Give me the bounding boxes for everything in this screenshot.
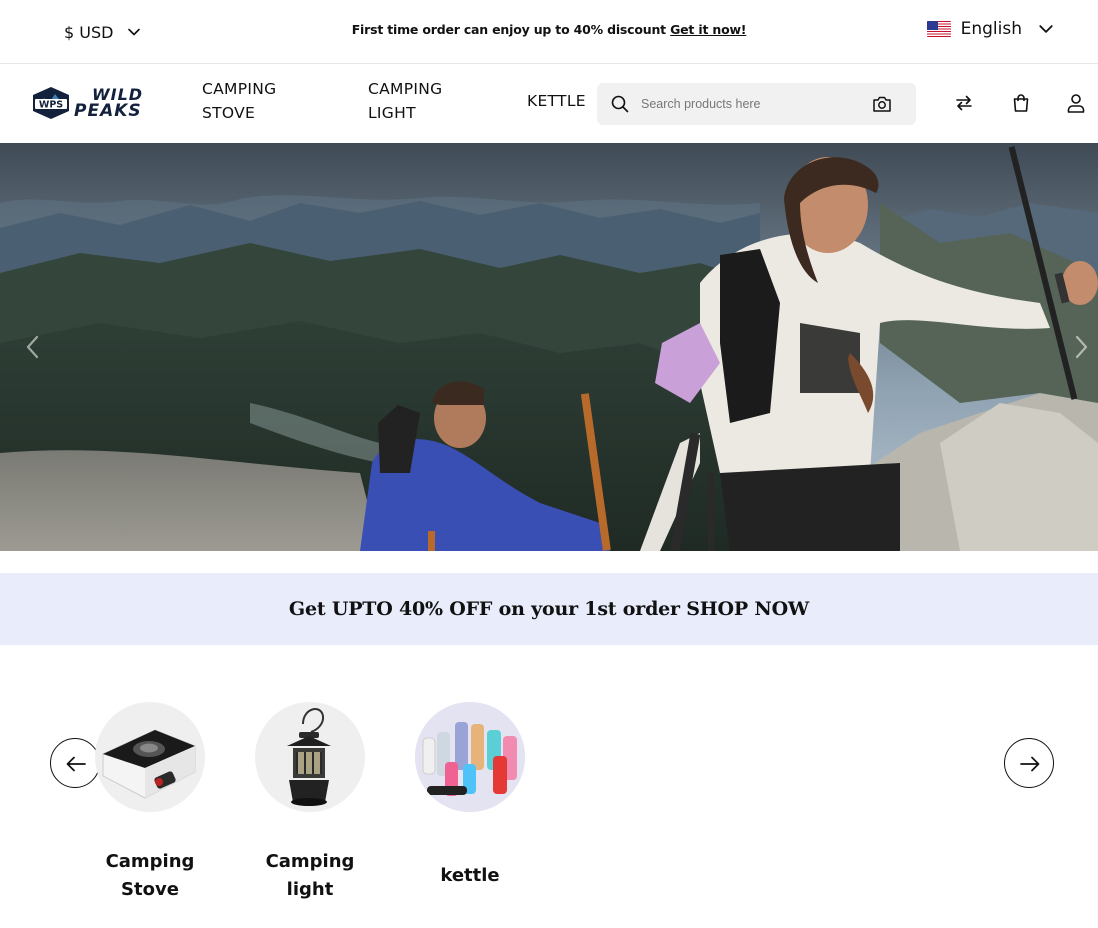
category-label-line1: kettle — [440, 865, 500, 886]
logo-badge-icon: WPS — [33, 87, 69, 119]
hero-prev-arrow-icon[interactable] — [22, 333, 42, 361]
language-label: English — [960, 19, 1022, 39]
search-icon[interactable] — [611, 95, 629, 113]
nav-label-line1: CAMPING — [202, 80, 277, 98]
language-selector[interactable]: English — [926, 19, 1054, 39]
nav-kettle[interactable]: KETTLE — [527, 89, 586, 113]
category-label: Camping light — [235, 848, 385, 904]
camera-search-icon[interactable] — [872, 95, 892, 113]
category-label: Camping Stove — [75, 848, 225, 904]
logo-wordmark: WILD PEAKS — [74, 87, 143, 121]
category-card-kettle[interactable]: kettle — [395, 702, 545, 890]
nav-label-line1: KETTLE — [527, 92, 586, 110]
hero-next-arrow-icon[interactable] — [1072, 333, 1092, 361]
top-bar: $ USD First time order can enjoy up to 4… — [0, 0, 1098, 64]
chevron-down-icon — [1039, 25, 1053, 33]
logo-badge-text: WPS — [39, 100, 63, 111]
category-label-line1: Camping — [265, 851, 355, 872]
hero-image — [0, 143, 1098, 551]
category-card-camping-stove[interactable]: Camping Stove — [75, 702, 225, 904]
nav-label-line2: STOVE — [202, 104, 256, 122]
main-header: WPS WILD PEAKS CAMPING STOVE CAMPING LIG… — [0, 64, 1098, 143]
search-bar — [597, 83, 916, 125]
category-card-camping-light[interactable]: Camping light — [235, 702, 385, 904]
camping-stove-image — [95, 702, 205, 812]
nav-camping-light[interactable]: CAMPING LIGHT — [368, 77, 442, 125]
search-input[interactable] — [641, 83, 861, 125]
logo[interactable]: WPS WILD PEAKS — [32, 86, 143, 120]
shopping-bag-icon[interactable] — [1011, 93, 1031, 113]
us-flag-icon — [926, 21, 951, 37]
get-it-now-link[interactable]: Get it now! — [670, 22, 746, 37]
promo-banner-text: Get UPTO 40% OFF on your 1st order SHOP … — [288, 598, 810, 620]
bottles-image — [415, 702, 525, 812]
top-promo-text: First time order can enjoy up to 40% dis… — [351, 22, 666, 37]
category-next-button[interactable] — [1004, 738, 1054, 788]
category-label: kettle — [395, 862, 545, 890]
compare-icon[interactable] — [954, 93, 974, 113]
logo-line-2: PEAKS — [74, 101, 142, 121]
arrow-right-icon — [1020, 756, 1040, 772]
nav-label-line2: LIGHT — [368, 104, 416, 122]
nav-label-line1: CAMPING — [368, 80, 443, 98]
user-icon[interactable] — [1066, 93, 1086, 113]
nav-camping-stove[interactable]: CAMPING STOVE — [202, 77, 276, 125]
camping-lantern-image — [255, 702, 365, 812]
hero-carousel[interactable] — [0, 143, 1098, 551]
category-label-line2: Stove — [121, 879, 179, 900]
promo-banner[interactable]: Get UPTO 40% OFF on your 1st order SHOP … — [0, 573, 1098, 645]
category-label-line1: Camping — [105, 851, 195, 872]
category-label-line2: light — [286, 879, 334, 900]
